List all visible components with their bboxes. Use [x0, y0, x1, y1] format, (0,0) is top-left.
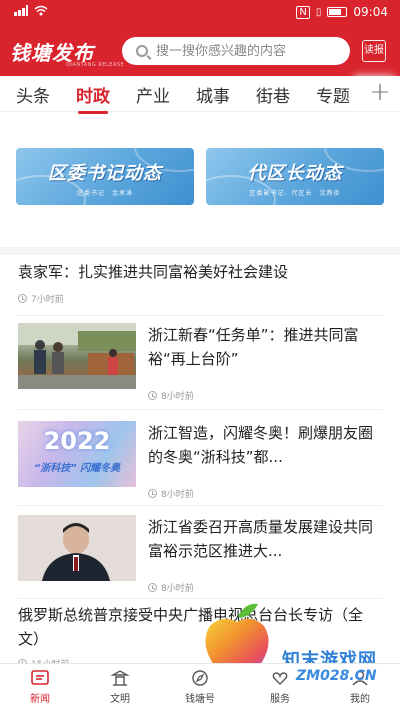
banner-subtitle: 区委书记 金承涛: [76, 190, 133, 197]
news-meta: 7小时前: [18, 292, 382, 305]
search-icon: [136, 45, 148, 57]
news-thumbnail: 2022 “浙科技” 闪耀冬奥: [18, 421, 136, 487]
news-item[interactable]: 浙江新春“任务单”：推进共同富裕“再上台阶” 8小时前: [18, 323, 382, 405]
heart-icon: [272, 672, 288, 685]
news-item[interactable]: 2022 “浙科技” 闪耀冬奥 浙江智造，闪耀冬奥！刷爆朋友圈的冬奥“浙科技”都…: [18, 421, 382, 503]
news-title: 袁家军：扎实推进共同富裕美好社会建设: [18, 263, 289, 281]
nav-label: 服务: [270, 694, 290, 705]
list-divider: [18, 315, 382, 316]
news-item[interactable]: 袁家军：扎实推进共同富裕美好社会建设 7小时前: [18, 260, 382, 305]
news-title: 浙江新春“任务单”：推进共同富裕“再上台阶”: [148, 326, 359, 368]
news-title: 浙江智造，闪耀冬奥！刷爆朋友圈的冬奥“浙科技”都...: [148, 424, 374, 466]
tab-headlines[interactable]: 头条: [16, 82, 50, 107]
nav-qiantang-hao[interactable]: 钱塘号: [170, 668, 230, 705]
tab-streets[interactable]: 街巷: [256, 82, 290, 107]
tab-politics[interactable]: 时政: [76, 82, 110, 114]
wifi-icon: [34, 5, 48, 16]
news-time: 8小时前: [161, 392, 194, 402]
banner-district-head[interactable]: 代区长动态 区委副书记、代区长 沈燕俊: [206, 148, 384, 205]
tab-industry[interactable]: 产业: [136, 82, 170, 107]
signal-icon: [14, 5, 28, 16]
news-time: 7小时前: [31, 295, 64, 305]
clock-icon: [148, 489, 157, 498]
news-title: 浙江省委召开高质量发展建设共同富裕示范区推进大...: [148, 518, 374, 560]
read-newspaper-button[interactable]: 读报: [362, 40, 386, 62]
compass-icon: [192, 670, 208, 686]
news-meta: 8小时前: [148, 581, 194, 594]
news-time: 8小时前: [161, 584, 194, 594]
app-header: 钱塘发布 QIANTANG RELEASE 读报: [0, 26, 400, 76]
tab-city[interactable]: 城事: [196, 82, 230, 107]
search-bar[interactable]: [122, 37, 350, 65]
thumbnail-caption: “浙科技” 闪耀冬奥: [33, 463, 121, 474]
banner-title: 代区长动态: [247, 163, 343, 184]
news-item[interactable]: 浙江省委召开高质量发展建设共同富裕示范区推进大... 8小时前: [18, 515, 382, 597]
banner-party-secretary[interactable]: 区委书记动态 区委书记 金承涛: [16, 148, 194, 205]
list-divider: [18, 505, 382, 506]
news-time: 8小时前: [161, 490, 194, 500]
watermark-url: ZM028.CN: [296, 668, 377, 684]
banner-title: 区委书记动态: [48, 163, 162, 184]
leader-banners: 区委书记动态 区委书记 金承涛 代区长动态 区委副书记、代区长 沈燕俊: [0, 112, 400, 247]
nav-label: 文明: [110, 694, 130, 705]
search-input[interactable]: [156, 43, 336, 59]
list-divider: [18, 409, 382, 410]
clock-icon: [148, 583, 157, 592]
add-tab-button[interactable]: +: [360, 76, 400, 110]
nav-label: 钱塘号: [185, 694, 215, 705]
pavilion-icon: [110, 670, 130, 686]
vibrate-icon: ▯: [315, 6, 322, 18]
tab-special[interactable]: 专题: [316, 82, 350, 107]
news-meta: 8小时前: [148, 389, 194, 402]
banner-subtitle: 区委副书记、代区长 沈燕俊: [249, 190, 341, 197]
nav-civilization[interactable]: 文明: [90, 668, 150, 705]
news-thumbnail: [18, 323, 136, 389]
clock-icon: [18, 294, 27, 303]
list-divider: [18, 598, 382, 599]
section-divider: [0, 247, 400, 255]
clock-icon: [148, 391, 157, 400]
app-logo-subtitle: QIANTANG RELEASE: [66, 62, 125, 68]
thumbnail-year: 2022: [43, 427, 111, 455]
news-thumbnail: [18, 515, 136, 581]
nfc-icon: N: [296, 5, 310, 19]
nav-news[interactable]: 新闻: [10, 668, 70, 705]
nav-label: 新闻: [30, 694, 50, 705]
status-time: 09:04: [353, 5, 388, 19]
status-bar: N ▯ 09:04: [0, 0, 400, 26]
news-meta: 8小时前: [148, 487, 194, 500]
battery-icon: [327, 7, 348, 17]
category-tabs: 头条 时政 产业 城事 街巷 专题 +: [0, 76, 400, 114]
news-icon: [31, 670, 49, 685]
nav-label: 我的: [350, 694, 370, 705]
news-title: 俄罗斯总统普京接受中央广播电视总台台长专访（全文）: [18, 606, 364, 648]
